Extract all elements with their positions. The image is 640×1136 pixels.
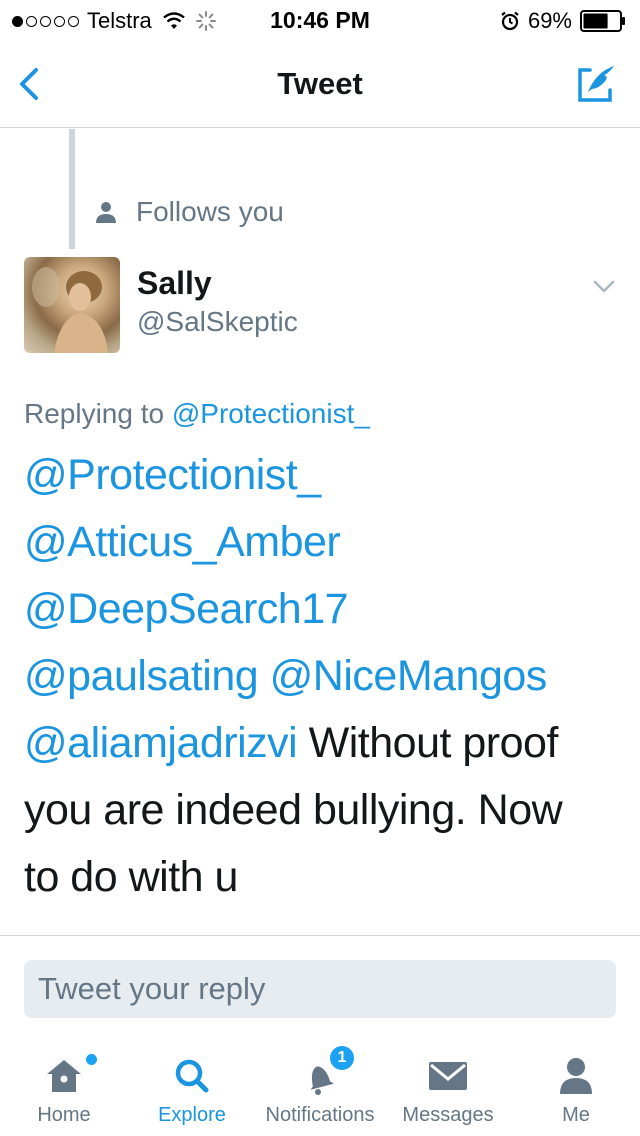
follows-you-indicator: Follows you (94, 196, 284, 228)
chevron-down-icon[interactable] (590, 272, 618, 300)
tweet-text-segment: to do with u (24, 853, 238, 901)
tweet-text-segment: you are indeed bullying. Now (24, 786, 563, 834)
mention-link[interactable]: @Protectionist_ (24, 451, 321, 499)
mention-link[interactable]: @Atticus_Amber (24, 518, 341, 566)
person-icon (96, 202, 116, 223)
compose-tweet-icon[interactable] (574, 62, 618, 106)
battery-percent: 69% (527, 8, 572, 33)
mention-link[interactable]: @NiceMangos (270, 652, 548, 700)
tweet-line-7: to do with u (24, 844, 624, 911)
tweet-text-segment: Without proof (308, 719, 559, 767)
tab-label-explore: Explore (158, 1104, 226, 1126)
mention-link[interactable]: @DeepSearch17 (24, 585, 349, 633)
new-content-dot (86, 1054, 97, 1065)
tab-home[interactable]: Home (0, 1038, 128, 1136)
avatar-image (32, 267, 108, 353)
avatar[interactable] (24, 257, 120, 353)
follows-you-label: Follows you (136, 196, 284, 227)
user-handle[interactable]: @SalSkeptic (137, 306, 298, 338)
tab-notifications[interactable]: 1 Notifications (256, 1038, 384, 1136)
reply-input[interactable] (24, 960, 616, 1018)
battery-icon (580, 10, 625, 32)
alarm-icon (501, 11, 519, 31)
tab-label-me: Me (562, 1104, 590, 1126)
tweet-line-3: @DeepSearch17 (24, 576, 624, 643)
search-icon (175, 1059, 209, 1093)
tab-label-messages: Messages (402, 1104, 494, 1126)
tweet-line-2: @Atticus_Amber (24, 509, 624, 576)
replying-to-mention[interactable]: @Protectionist_ (172, 398, 370, 429)
tab-me[interactable]: Me (512, 1038, 640, 1136)
tweet-line-4: @paulsating @NiceMangos (24, 643, 624, 710)
tab-bar: Home Explore 1 Notifications Messages Me (0, 1038, 640, 1136)
page-title: Tweet (277, 66, 363, 101)
tab-label-notifications: Notifications (265, 1104, 375, 1126)
tab-explore[interactable]: Explore (128, 1038, 256, 1136)
thread-connector-line (69, 129, 75, 249)
replying-to: Replying to @Protectionist_ (24, 398, 370, 430)
tweet-line-6: you are indeed bullying. Now (24, 777, 624, 844)
mention-link[interactable]: @paulsating (24, 652, 259, 700)
tweet-text: @Protectionist_ @Atticus_Amber @DeepSear… (24, 442, 624, 911)
status-right: 69% (500, 8, 626, 34)
envelope-icon (429, 1062, 467, 1090)
tweet-line-1: @Protectionist_ (24, 442, 624, 509)
notification-badge: 1 (328, 1044, 356, 1072)
person-icon (560, 1058, 592, 1094)
nav-bar: Tweet (0, 40, 640, 128)
display-name[interactable]: Sally (137, 265, 212, 302)
status-bar: Telstra 10:46 PM 69% (0, 0, 640, 40)
mention-link[interactable]: @aliamjadrizvi (24, 719, 298, 767)
tweet-line-5: @aliamjadrizvi Without proof (24, 710, 624, 777)
replying-to-prefix: Replying to (24, 398, 165, 429)
home-icon (47, 1060, 81, 1092)
divider (0, 935, 640, 936)
tab-messages[interactable]: Messages (384, 1038, 512, 1136)
tab-label-home: Home (37, 1104, 91, 1126)
